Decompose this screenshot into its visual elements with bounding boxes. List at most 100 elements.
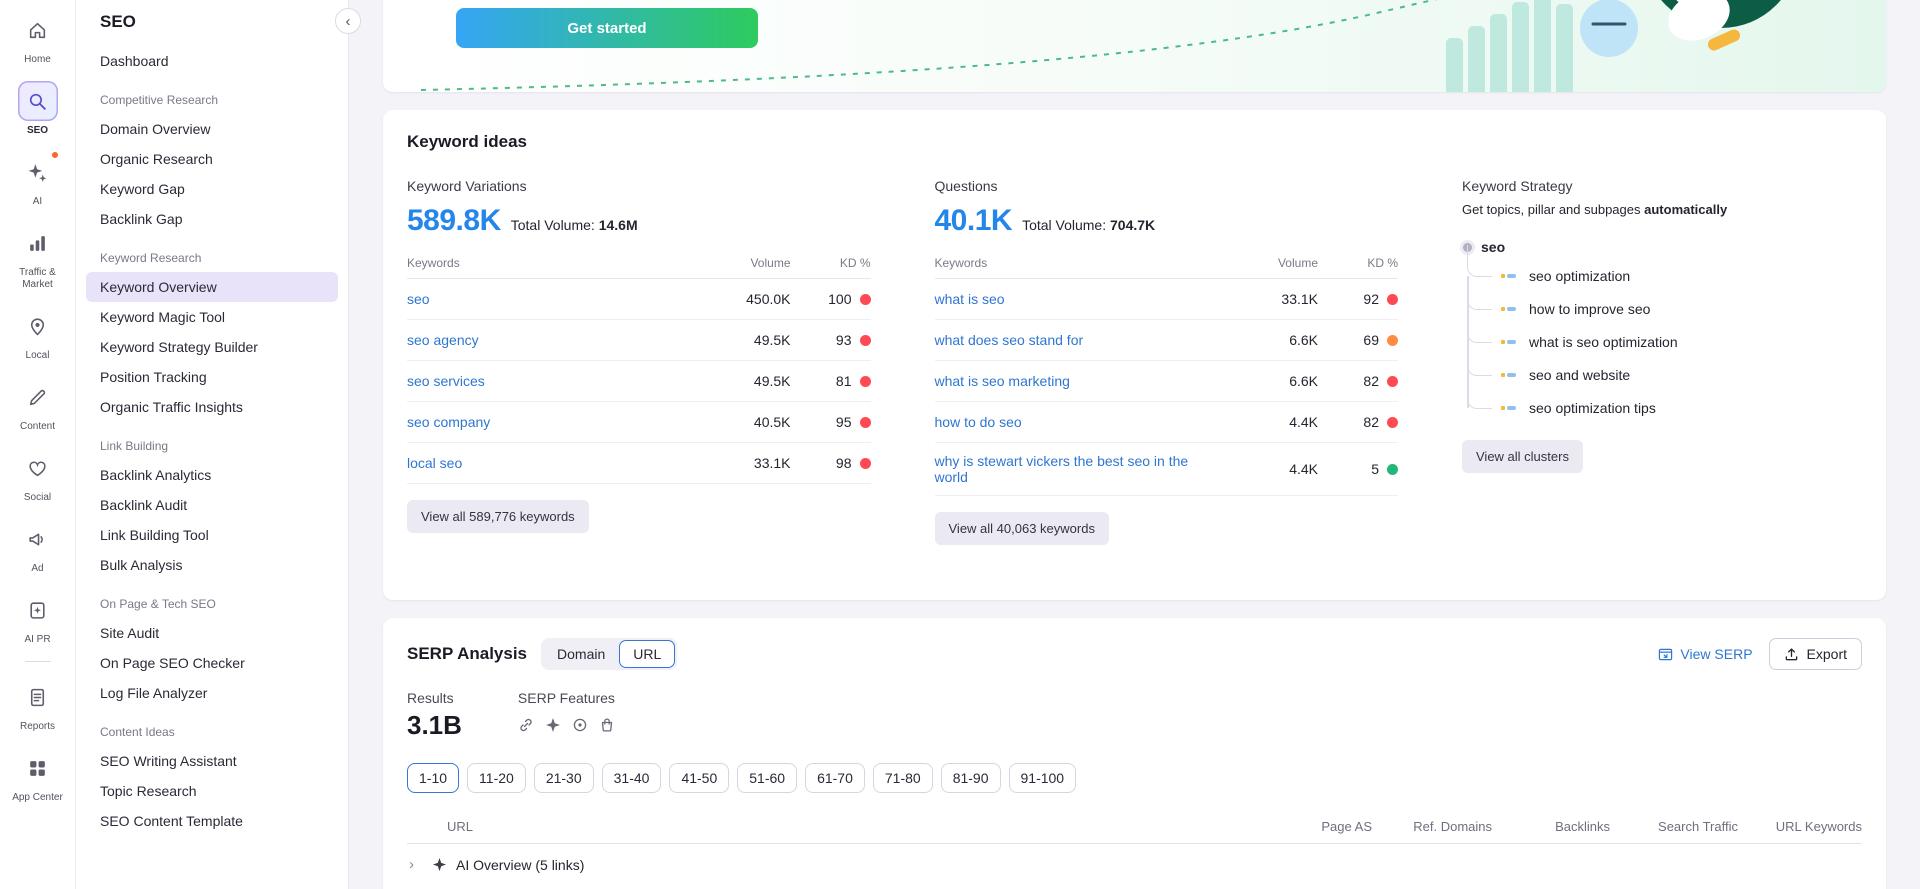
- sidebar-item-position-tracking[interactable]: Position Tracking: [86, 362, 338, 392]
- rail-item-local[interactable]: Local: [4, 306, 72, 362]
- kd-difficulty-dot: [1387, 376, 1398, 387]
- sidebar-item-site-audit[interactable]: Site Audit: [86, 618, 338, 648]
- expand-chevron-icon[interactable]: ›: [409, 856, 423, 873]
- page-range-button[interactable]: 51-60: [737, 763, 797, 793]
- view-serp-icon: [1658, 647, 1673, 662]
- serp-feature-reviews-icon[interactable]: [572, 717, 588, 733]
- keyword-link[interactable]: how to do seo: [935, 414, 1229, 430]
- rail-item-ai[interactable]: AI: [4, 152, 72, 208]
- keyword-link[interactable]: why is stewart vickers the best seo in t…: [935, 453, 1229, 485]
- view-all-variations-button[interactable]: View all 589,776 keywords: [407, 500, 589, 533]
- cluster-item[interactable]: seo optimization: [1467, 259, 1862, 292]
- page-range-button[interactable]: 21-30: [534, 763, 594, 793]
- keyword-link[interactable]: local seo: [407, 455, 701, 471]
- kd-value: 98: [791, 455, 871, 471]
- keyword-link[interactable]: what is seo marketing: [935, 373, 1229, 389]
- rail-item-home[interactable]: Home: [4, 10, 72, 66]
- cluster-icon: [1501, 274, 1519, 278]
- toggle-url-button[interactable]: URL: [619, 640, 675, 668]
- keyword-row: how to do seo 4.4K 82: [935, 402, 1399, 443]
- kd-difficulty-dot: [860, 376, 871, 387]
- keyword-link[interactable]: seo company: [407, 414, 701, 430]
- serp-feature-links-icon[interactable]: [518, 717, 534, 733]
- kd-difficulty-dot: [860, 335, 871, 346]
- sidebar-item-backlink-audit[interactable]: Backlink Audit: [86, 490, 338, 520]
- kd-value: 82: [1318, 373, 1398, 389]
- page-range-button[interactable]: 61-70: [805, 763, 865, 793]
- results-label: Results: [407, 690, 462, 706]
- sidebar-item-on-page-seo-checker[interactable]: On Page SEO Checker: [86, 648, 338, 678]
- export-button[interactable]: Export: [1769, 638, 1862, 670]
- page-range-button[interactable]: 41-50: [669, 763, 729, 793]
- kd-difficulty-dot: [860, 294, 871, 305]
- rail-item-traffic-market[interactable]: Traffic & Market: [4, 223, 72, 291]
- sidebar-item-link-building-tool[interactable]: Link Building Tool: [86, 520, 338, 550]
- keyword-link[interactable]: seo agency: [407, 332, 701, 348]
- seo-sidebar: ‹ SEO Dashboard Competitive Research Dom…: [76, 0, 349, 889]
- serp-feature-shopping-icon[interactable]: [599, 717, 615, 733]
- sidebar-item-keyword-strategy-builder[interactable]: Keyword Strategy Builder: [86, 332, 338, 362]
- sidebar-collapse-button[interactable]: ‹: [335, 8, 361, 34]
- sidebar-item-bulk-analysis[interactable]: Bulk Analysis: [86, 550, 338, 580]
- cluster-icon: [1501, 307, 1519, 311]
- page-range-button[interactable]: 11-20: [467, 763, 526, 793]
- rail-item-ad[interactable]: Ad: [4, 519, 72, 575]
- serp-row-ai-overview[interactable]: › AI Overview (5 links): [407, 844, 1862, 885]
- keyword-strategy-column: Keyword Strategy Get topics, pillar and …: [1462, 178, 1862, 545]
- questions-total-volume: Total Volume: 704.7K: [1022, 217, 1155, 233]
- sidebar-item-log-file-analyzer[interactable]: Log File Analyzer: [86, 678, 338, 708]
- cluster-item[interactable]: what is seo optimization: [1467, 325, 1862, 358]
- questions-label: Questions: [935, 178, 1399, 194]
- rail-item-content[interactable]: Content: [4, 377, 72, 433]
- keyword-strategy-subtitle: Get topics, pillar and subpages automati…: [1462, 202, 1862, 217]
- page-range-button[interactable]: 71-80: [873, 763, 933, 793]
- kd-value: 82: [1318, 414, 1398, 430]
- volume-value: 40.5K: [701, 414, 791, 430]
- sidebar-item-backlink-gap[interactable]: Backlink Gap: [86, 204, 338, 234]
- cluster-item[interactable]: seo optimization tips: [1467, 391, 1862, 424]
- page-range-button[interactable]: 31-40: [602, 763, 662, 793]
- rail-item-app-center[interactable]: App Center: [4, 748, 72, 804]
- variations-table-header: Keywords Volume KD %: [407, 250, 871, 279]
- sidebar-item-keyword-gap[interactable]: Keyword Gap: [86, 174, 338, 204]
- cluster-item[interactable]: seo and website: [1467, 358, 1862, 391]
- sidebar-item-domain-overview[interactable]: Domain Overview: [86, 114, 338, 144]
- rail-item-reports[interactable]: Reports: [4, 677, 72, 733]
- sidebar-item-keyword-overview[interactable]: Keyword Overview: [86, 272, 338, 302]
- sidebar-item-seo-content-template[interactable]: SEO Content Template: [86, 806, 338, 836]
- sidebar-item-seo-writing-assistant[interactable]: SEO Writing Assistant: [86, 746, 338, 776]
- view-all-clusters-button[interactable]: View all clusters: [1462, 440, 1583, 473]
- serp-feature-ai-overview-icon[interactable]: [545, 717, 561, 733]
- keyword-row: seo company 40.5K 95: [407, 402, 871, 443]
- kd-value: 69: [1318, 332, 1398, 348]
- sidebar-item-organic-research[interactable]: Organic Research: [86, 144, 338, 174]
- sidebar-section-on-page-tech-seo: On Page & Tech SEO: [76, 597, 348, 611]
- questions-column: Questions 40.1K Total Volume: 704.7K Key…: [935, 178, 1399, 545]
- rail-item-seo[interactable]: SEO: [4, 81, 72, 137]
- view-serp-link[interactable]: View SERP: [1658, 646, 1752, 662]
- page-range-button[interactable]: 1-10: [407, 763, 459, 793]
- volume-value: 33.1K: [1228, 291, 1318, 307]
- view-all-questions-button[interactable]: View all 40,063 keywords: [935, 512, 1109, 545]
- keyword-row: what is seo 33.1K 92: [935, 279, 1399, 320]
- toggle-domain-button[interactable]: Domain: [543, 640, 619, 668]
- keyword-link[interactable]: what does seo stand for: [935, 332, 1229, 348]
- get-started-button[interactable]: Get started: [456, 8, 758, 48]
- sidebar-item-keyword-magic-tool[interactable]: Keyword Magic Tool: [86, 302, 338, 332]
- sidebar-item-organic-traffic-insights[interactable]: Organic Traffic Insights: [86, 392, 338, 422]
- kd-difficulty-dot: [860, 458, 871, 469]
- keyword-link[interactable]: what is seo: [935, 291, 1229, 307]
- keyword-link[interactable]: seo: [407, 291, 701, 307]
- page-range-button[interactable]: 91-100: [1009, 763, 1077, 793]
- page-range-button[interactable]: 81-90: [941, 763, 1001, 793]
- sidebar-item-dashboard[interactable]: Dashboard: [86, 46, 338, 76]
- keyword-row: what is seo marketing 6.6K 82: [935, 361, 1399, 402]
- sidebar-item-backlink-analytics[interactable]: Backlink Analytics: [86, 460, 338, 490]
- ai-notification-badge: [50, 150, 60, 160]
- rail-item-ai-pr[interactable]: AI PR: [4, 590, 72, 646]
- rail-item-social[interactable]: Social: [4, 448, 72, 504]
- keyword-link[interactable]: seo services: [407, 373, 701, 389]
- cluster-item[interactable]: how to improve seo: [1467, 292, 1862, 325]
- ad-megaphone-icon: [18, 519, 58, 559]
- sidebar-item-topic-research[interactable]: Topic Research: [86, 776, 338, 806]
